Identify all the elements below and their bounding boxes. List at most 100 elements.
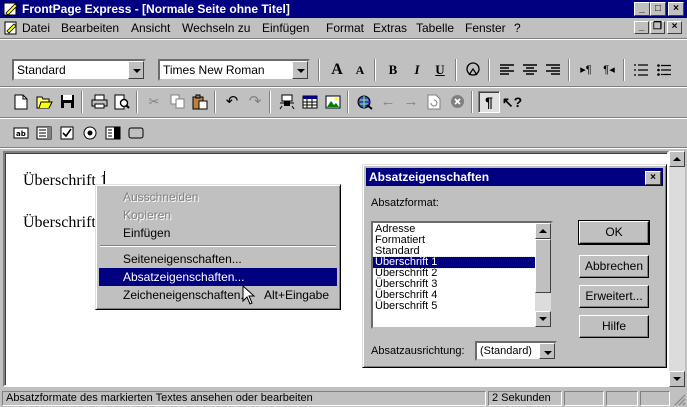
- underline-button[interactable]: U: [429, 59, 451, 81]
- help-pointer-icon[interactable]: ↖?: [501, 91, 523, 113]
- cancel-button[interactable]: Abbrechen: [579, 255, 649, 278]
- new-page-icon[interactable]: [10, 91, 32, 113]
- scroll-down-button[interactable]: [669, 371, 685, 387]
- stop-icon[interactable]: [446, 91, 468, 113]
- menu-bearbeiten[interactable]: Bearbeiten: [61, 21, 119, 35]
- context-menu: Ausschneiden Kopieren Einfügen Seiteneig…: [95, 184, 341, 310]
- save-icon[interactable]: [56, 91, 78, 113]
- menu-help[interactable]: ?: [514, 21, 521, 35]
- context-item-page-properties[interactable]: Seiteneigenschaften...: [99, 250, 337, 268]
- insert-webbot-icon[interactable]: [276, 91, 298, 113]
- mdi-restore-button[interactable]: ❐: [650, 21, 665, 34]
- toolbar-separator: [374, 59, 376, 81]
- context-item-character-properties[interactable]: Zeicheneigenschaften... Alt+Eingabe: [99, 286, 337, 304]
- list-scroll-thumb[interactable]: [535, 239, 551, 293]
- list-scroll-up-button[interactable]: [535, 223, 551, 239]
- print-icon[interactable]: [88, 91, 110, 113]
- context-item-cut: Ausschneiden: [123, 190, 199, 204]
- list-scroll-down-button[interactable]: [535, 311, 551, 327]
- status-message: Absatzformate des markierten Textes anse…: [2, 391, 486, 406]
- align-right-icon[interactable]: [542, 59, 564, 81]
- menu-format[interactable]: Format: [326, 21, 364, 35]
- context-item-shortcut: Alt+Eingabe: [263, 288, 329, 302]
- italic-button[interactable]: I: [406, 59, 428, 81]
- context-item-paste[interactable]: Einfügen: [99, 224, 337, 242]
- toolbar-separator: [623, 59, 625, 81]
- menu-datei[interactable]: Datei: [22, 21, 50, 35]
- bullet-list-icon[interactable]: [653, 59, 675, 81]
- menu-tabelle[interactable]: Tabelle: [416, 21, 454, 35]
- one-line-textbox-icon[interactable]: ab: [10, 122, 32, 144]
- menu-wechseln-zu[interactable]: Wechseln zu: [182, 21, 250, 35]
- chevron-down-icon[interactable]: [292, 61, 308, 79]
- ltr-direction-icon[interactable]: ▸¶: [575, 59, 597, 81]
- paragraph-format-label: Absatzformat:: [371, 197, 439, 209]
- window-title-bar[interactable]: FrontPage Express - [Normale Seite ohne …: [0, 0, 687, 18]
- mdi-minimize-button[interactable]: _: [634, 21, 649, 34]
- document-icon[interactable]: [3, 20, 19, 36]
- dialog-title: Absatzeigenschaften: [369, 170, 490, 184]
- numbered-list-icon[interactable]: [630, 59, 652, 81]
- align-center-icon[interactable]: [519, 59, 541, 81]
- alignment-combo[interactable]: (Standard): [475, 341, 557, 361]
- menu-ansicht[interactable]: Ansicht: [131, 21, 170, 35]
- dialog-close-button[interactable]: ×: [645, 171, 661, 185]
- list-scrollbar[interactable]: [535, 223, 551, 327]
- push-button-icon[interactable]: [125, 122, 147, 144]
- context-item-label: Zeicheneigenschaften...: [123, 288, 251, 302]
- help-button[interactable]: Hilfe: [579, 315, 649, 338]
- dialog-title-bar[interactable]: Absatzeigenschaften: [366, 168, 663, 186]
- context-item-paragraph-properties[interactable]: Absatzeigenschaften...: [99, 268, 337, 286]
- menu-extras[interactable]: Extras: [373, 21, 407, 35]
- paragraph-style-value: Standard: [17, 63, 66, 77]
- print-preview-icon[interactable]: [111, 91, 133, 113]
- undo-icon[interactable]: ↶: [221, 91, 243, 113]
- minimize-button[interactable]: _: [634, 2, 650, 16]
- paragraph-style-combo[interactable]: Standard: [12, 59, 146, 81]
- show-formatting-marks-icon[interactable]: ¶: [478, 91, 500, 113]
- paste-icon[interactable]: [189, 91, 211, 113]
- copy-icon[interactable]: [166, 91, 188, 113]
- radio-button-icon[interactable]: [79, 122, 101, 144]
- svg-text:ab: ab: [16, 130, 26, 138]
- shrink-font-button[interactable]: A: [349, 59, 371, 81]
- window-title: FrontPage Express - [Normale Seite ohne …: [22, 2, 290, 16]
- mdi-close-button[interactable]: ×: [667, 21, 682, 34]
- align-left-icon[interactable]: [496, 59, 518, 81]
- refresh-icon[interactable]: [423, 91, 445, 113]
- cut-icon[interactable]: ✂: [143, 91, 165, 113]
- rtl-direction-icon[interactable]: ¶◂: [598, 59, 620, 81]
- scrolling-textbox-icon[interactable]: [33, 122, 55, 144]
- chevron-down-icon[interactable]: [128, 61, 144, 79]
- chevron-down-icon[interactable]: [539, 343, 555, 359]
- open-folder-icon[interactable]: [33, 91, 55, 113]
- text-color-icon[interactable]: [462, 59, 484, 81]
- redo-icon[interactable]: ↷: [244, 91, 266, 113]
- list-item[interactable]: Überschrift 5: [373, 301, 551, 312]
- frontpage-app-icon: [3, 2, 18, 16]
- bold-button[interactable]: B: [382, 59, 404, 81]
- close-button[interactable]: ×: [668, 2, 684, 16]
- paragraph-format-list[interactable]: Adresse Formatiert Standard Überschrift …: [371, 221, 553, 329]
- hyperlink-icon[interactable]: [354, 91, 376, 113]
- insert-table-icon[interactable]: [299, 91, 321, 113]
- menu-fenster[interactable]: Fenster: [465, 21, 506, 35]
- checkbox-icon[interactable]: [56, 122, 78, 144]
- forward-arrow-icon[interactable]: →: [400, 91, 422, 113]
- menu-einfuegen[interactable]: Einfügen: [262, 21, 309, 35]
- heading-line-2[interactable]: Überschrift: [23, 214, 96, 232]
- scroll-up-button[interactable]: [669, 151, 685, 167]
- insert-image-icon[interactable]: [322, 91, 344, 113]
- advanced-button[interactable]: Erweitert...: [579, 285, 649, 308]
- status-panel-empty: [564, 391, 604, 406]
- resize-grip-icon[interactable]: [672, 392, 686, 406]
- vertical-scrollbar[interactable]: [669, 151, 685, 387]
- back-arrow-icon[interactable]: ←: [377, 91, 399, 113]
- dropdown-menu-icon[interactable]: [102, 122, 124, 144]
- toolbar-divider: [0, 86, 687, 88]
- maximize-button[interactable]: □: [650, 2, 666, 16]
- toolbar-separator: [318, 59, 320, 81]
- grow-font-button[interactable]: A: [326, 59, 348, 81]
- ok-button[interactable]: OK: [578, 220, 650, 245]
- font-name-combo[interactable]: Times New Roman: [158, 59, 310, 81]
